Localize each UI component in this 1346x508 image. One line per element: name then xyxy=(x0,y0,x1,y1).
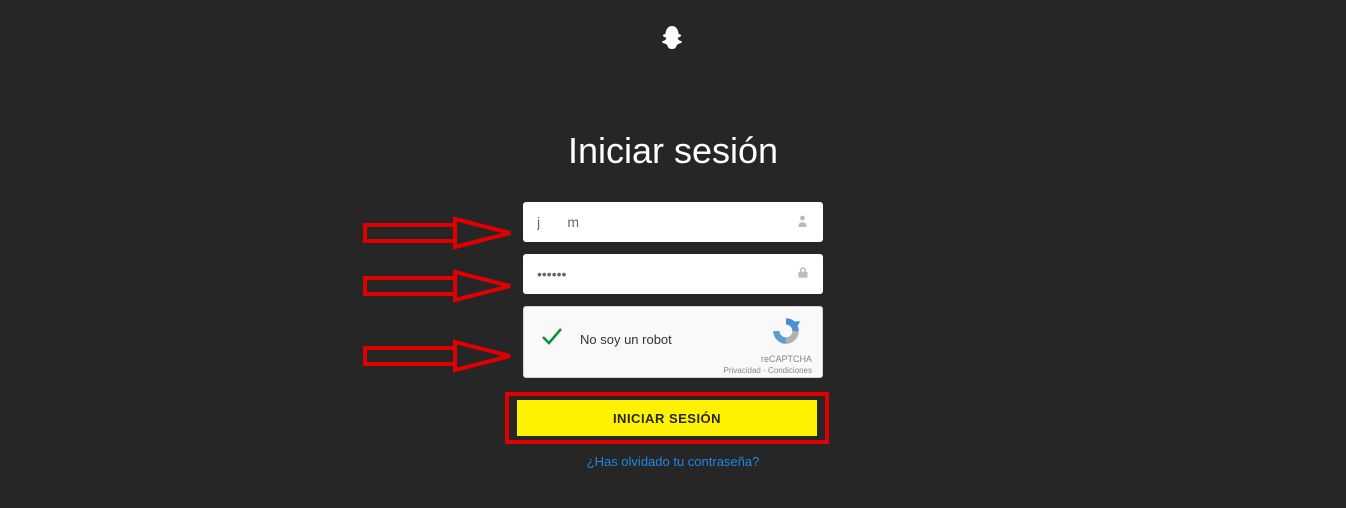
login-button-highlight: INICIAR SESIÓN xyxy=(505,392,829,444)
login-button[interactable]: INICIAR SESIÓN xyxy=(517,400,817,436)
annotation-arrow-icon xyxy=(360,266,520,306)
ghost-logo-icon xyxy=(661,25,685,56)
recaptcha-label: No soy un robot xyxy=(580,332,672,347)
username-field[interactable] xyxy=(523,202,823,242)
recaptcha-brand: reCAPTCHA xyxy=(761,354,812,364)
password-field[interactable] xyxy=(523,254,823,294)
recaptcha-logo-icon xyxy=(770,334,802,351)
recaptcha-box[interactable]: No soy un robot reCAPTCHA Privacidad - C… xyxy=(523,306,823,378)
username-input[interactable] xyxy=(537,214,796,230)
lock-icon xyxy=(797,266,809,282)
checkmark-icon xyxy=(538,323,566,356)
user-icon xyxy=(796,214,809,230)
recaptcha-terms: Privacidad - Condiciones xyxy=(538,366,812,375)
page-title: Iniciar sesión xyxy=(568,130,778,172)
forgot-password-link[interactable]: ¿Has olvidado tu contraseña? xyxy=(587,454,760,469)
annotation-arrow-icon xyxy=(360,213,520,253)
password-input[interactable] xyxy=(537,266,797,282)
login-form: Iniciar sesión No soy un robot xyxy=(523,130,823,469)
annotation-arrow-icon xyxy=(360,336,520,376)
